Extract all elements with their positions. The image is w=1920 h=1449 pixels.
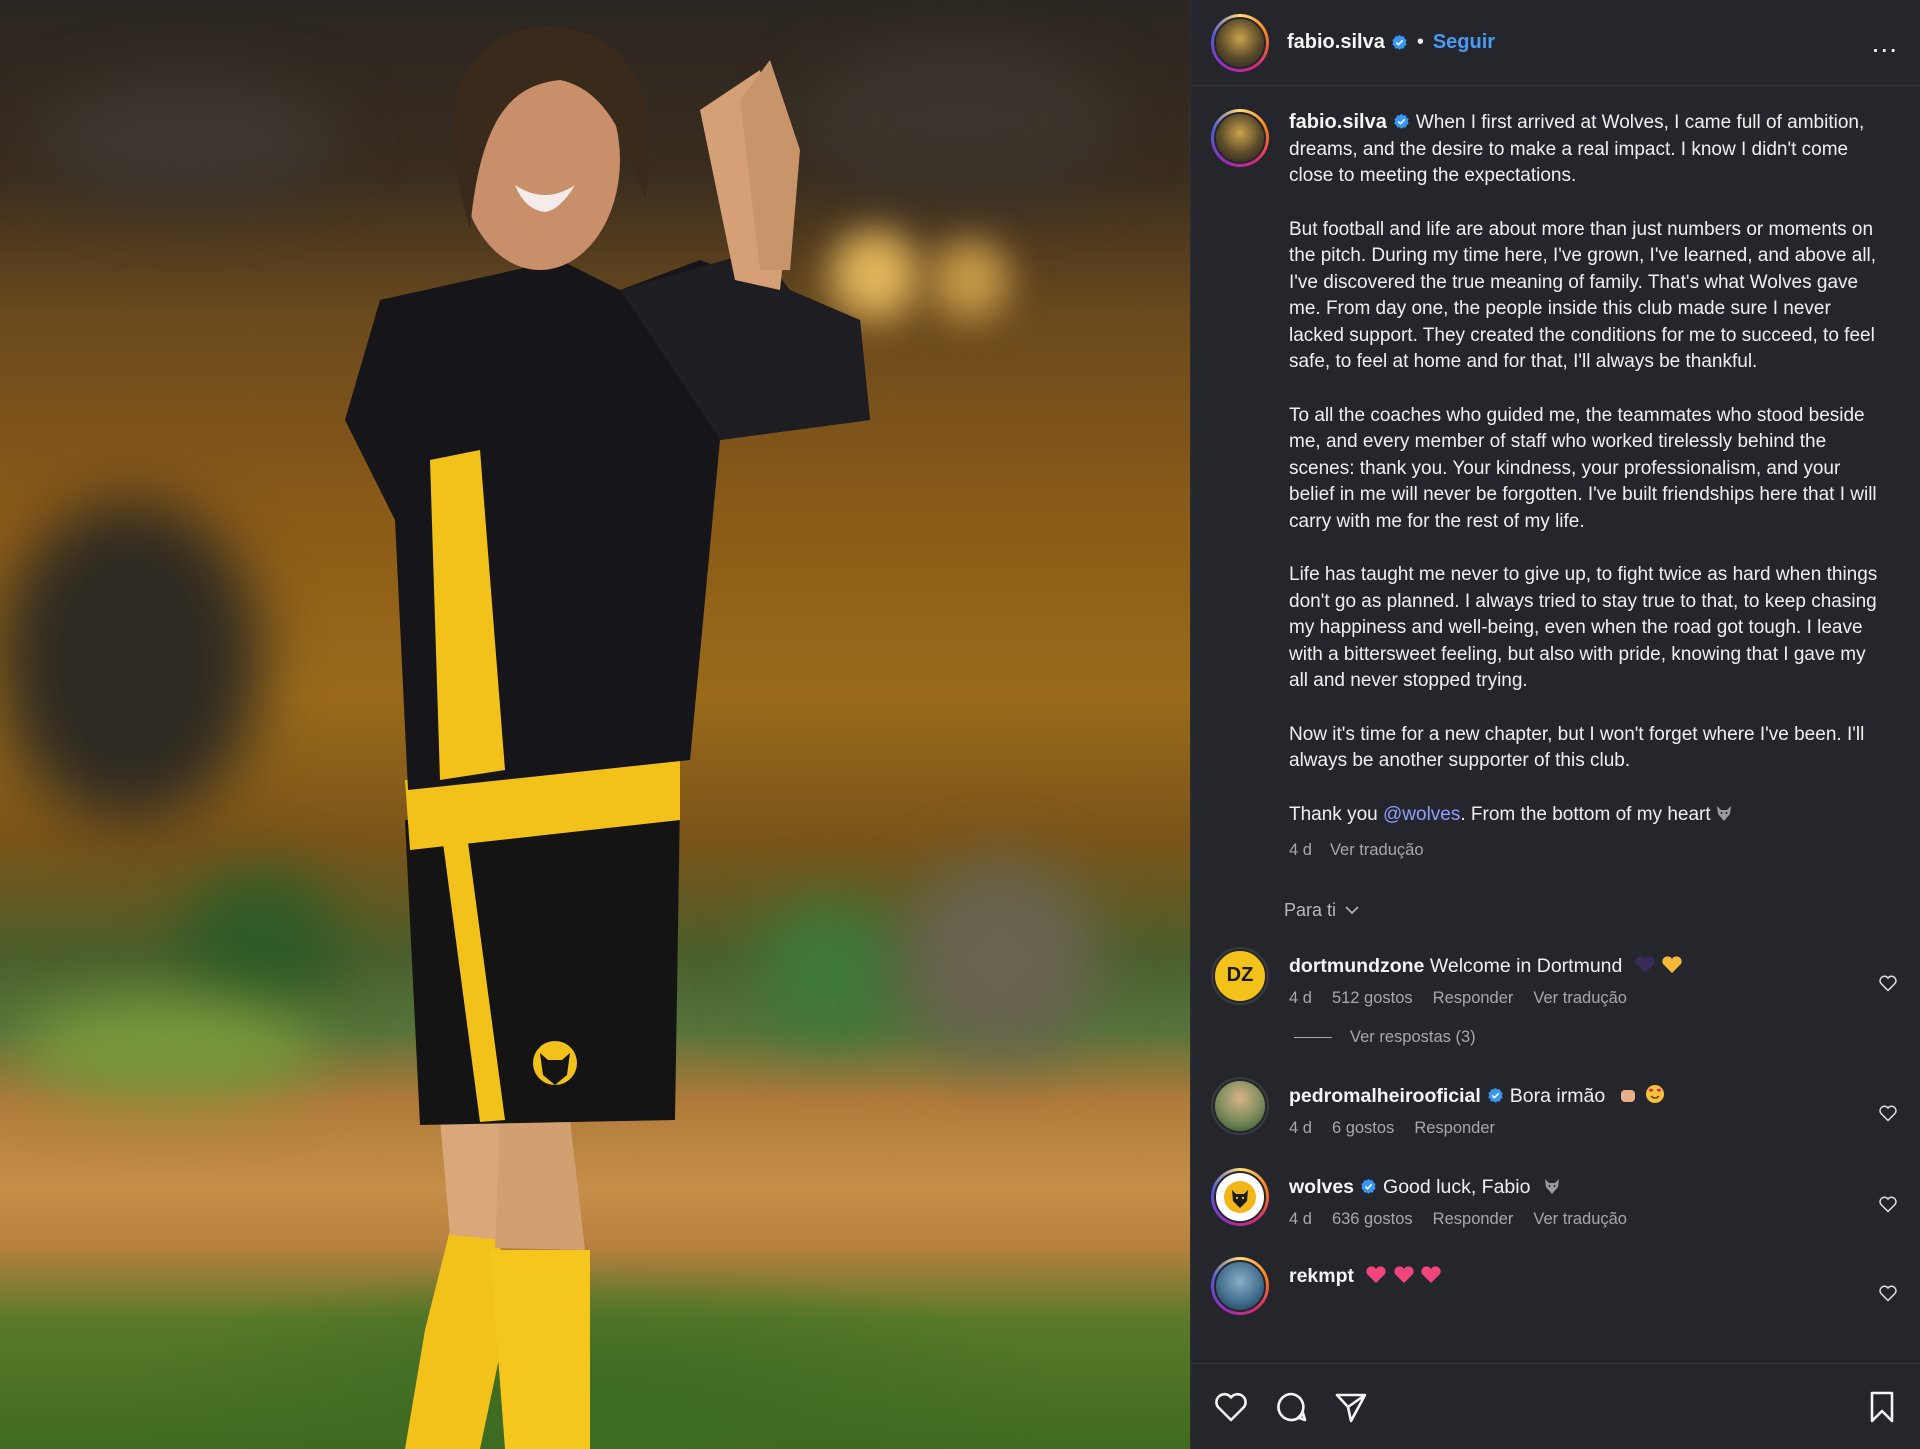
comment-reply-button[interactable]: Responder: [1433, 1210, 1514, 1229]
caption-text: fabio.silva When I first arrived at Wolve…: [1289, 109, 1880, 864]
caption-time: 4 d: [1289, 841, 1312, 859]
comment-translate-link[interactable]: Ver tradução: [1533, 1210, 1627, 1229]
comment-icon[interactable]: [1273, 1389, 1309, 1425]
comment-item: DZ dortmundzone Welcome in Dortmund 4 d …: [1191, 946, 1920, 1008]
comment-item: wolves Good luck, Fabio 4 d 636 gostos Re…: [1191, 1167, 1920, 1229]
comments-scroll-area[interactable]: fabio.silva When I first arrived at Wolve…: [1191, 87, 1920, 1363]
comment-avatar[interactable]: DZ: [1211, 946, 1269, 1005]
caption-paragraph-5: Now it's time for a new chapter, but I w…: [1289, 723, 1865, 772]
comment-reply-button[interactable]: Responder: [1414, 1119, 1495, 1138]
comment-time: 4 d: [1289, 1118, 1312, 1137]
comment-like-heart-icon[interactable]: [1878, 973, 1898, 993]
replies-rule: [1294, 1036, 1332, 1038]
comment-likes[interactable]: 6 gostos: [1332, 1119, 1394, 1138]
caption-translate-link[interactable]: Ver tradução: [1330, 837, 1424, 864]
wolf-emoji-icon: [1716, 805, 1731, 821]
comment-avatar[interactable]: [1211, 1076, 1269, 1135]
fist-emoji-icon: [1620, 1089, 1635, 1102]
comment-likes[interactable]: 512 gostos: [1332, 989, 1413, 1008]
caption-meta: 4 d Ver tradução: [1289, 837, 1880, 864]
caption-paragraph-4: Life has taught me never to give up, to …: [1289, 564, 1878, 691]
comment-username[interactable]: dortmundzone: [1289, 955, 1424, 977]
caption-paragraph-2: But football and life are about more tha…: [1289, 218, 1877, 373]
view-replies-label: Ver respostas (3): [1350, 1027, 1476, 1046]
post-sidebar: fabio.silva • Seguir ... fabio.silva When…: [1190, 0, 1920, 1449]
pink-heart-emoji-icon: [1394, 1265, 1414, 1283]
author-avatar[interactable]: [1211, 13, 1269, 72]
pink-heart-emoji-icon: [1421, 1265, 1441, 1283]
comment-like-heart-icon[interactable]: [1878, 1194, 1898, 1214]
verified-badge-icon: [1392, 34, 1407, 50]
caption-paragraph-1: fabio.silva When I first arrived at Wolve…: [1289, 109, 1880, 190]
comment-like-heart-icon[interactable]: [1878, 1283, 1898, 1303]
comment-sort-dropdown[interactable]: Para ti: [1284, 900, 1920, 921]
comment-item: pedromalheirooficial Bora irmão 4 d 6 gos…: [1191, 1076, 1920, 1138]
comment-likes[interactable]: 636 gostos: [1332, 1210, 1413, 1229]
comment-text: Good luck, Fabio: [1383, 1175, 1531, 1198]
post-actions-bar: [1191, 1363, 1920, 1449]
verified-badge-icon: [1488, 1087, 1503, 1103]
yellow-heart-emoji-icon: [1662, 955, 1682, 973]
purple-heart-emoji-icon: [1635, 955, 1655, 973]
comment-avatar[interactable]: [1211, 1167, 1269, 1226]
dz-logo: DZ: [1213, 948, 1267, 1003]
caption-closing: Thank you @wolves. From the bottom of my…: [1289, 802, 1880, 829]
comment-time: 4 d: [1289, 1209, 1312, 1228]
chevron-down-icon: [1345, 906, 1359, 915]
comment-text: Bora irmão: [1509, 1084, 1606, 1107]
heart-icon[interactable]: [1213, 1389, 1249, 1425]
comment-time: 4 d: [1289, 988, 1312, 1007]
comment-username[interactable]: rekmpt: [1289, 1265, 1354, 1287]
heart-eyes-emoji-icon: [1646, 1084, 1665, 1103]
mention-wolves[interactable]: @wolves: [1383, 804, 1460, 825]
post-header: fabio.silva • Seguir ...: [1191, 0, 1920, 86]
caption-author-username[interactable]: fabio.silva: [1289, 111, 1387, 133]
more-options-icon[interactable]: ...: [1872, 28, 1898, 57]
comment-sort-label: Para ti: [1284, 899, 1337, 920]
comment-text: Welcome in Dortmund: [1429, 954, 1623, 977]
player-figure: [345, 27, 870, 1449]
comment-username[interactable]: wolves: [1289, 1176, 1354, 1198]
post-photo[interactable]: [0, 0, 1190, 1449]
comment-like-heart-icon[interactable]: [1878, 1103, 1898, 1123]
verified-badge-icon: [1394, 113, 1409, 129]
view-replies-button[interactable]: Ver respostas (3): [1294, 1028, 1920, 1047]
comment-translate-link[interactable]: Ver tradução: [1533, 989, 1627, 1008]
closing-prefix: Thank you: [1289, 803, 1383, 825]
closing-suffix: . From the bottom of my heart: [1460, 803, 1711, 825]
author-username[interactable]: fabio.silva: [1287, 31, 1385, 54]
instagram-post-view: fabio.silva • Seguir ... fabio.silva When…: [0, 0, 1920, 1449]
comment-reply-button[interactable]: Responder: [1433, 989, 1514, 1008]
comment-item: rekmpt: [1191, 1256, 1920, 1315]
wolves-crest-icon: [1224, 1180, 1256, 1213]
caption: fabio.silva When I first arrived at Wolve…: [1191, 87, 1920, 864]
comment-avatar[interactable]: [1211, 1256, 1269, 1315]
follow-button[interactable]: Seguir: [1433, 31, 1495, 54]
pink-heart-emoji-icon: [1366, 1265, 1387, 1283]
header-separator: •: [1416, 31, 1424, 53]
save-icon[interactable]: [1864, 1389, 1900, 1425]
share-icon[interactable]: [1333, 1389, 1369, 1425]
comment-username[interactable]: pedromalheirooficial: [1289, 1085, 1481, 1107]
wolf-emoji-icon: [1544, 1178, 1559, 1194]
verified-badge-icon: [1361, 1178, 1376, 1194]
caption-author-avatar[interactable]: [1211, 109, 1269, 167]
caption-paragraph-3: To all the coaches who guided me, the te…: [1289, 404, 1877, 532]
